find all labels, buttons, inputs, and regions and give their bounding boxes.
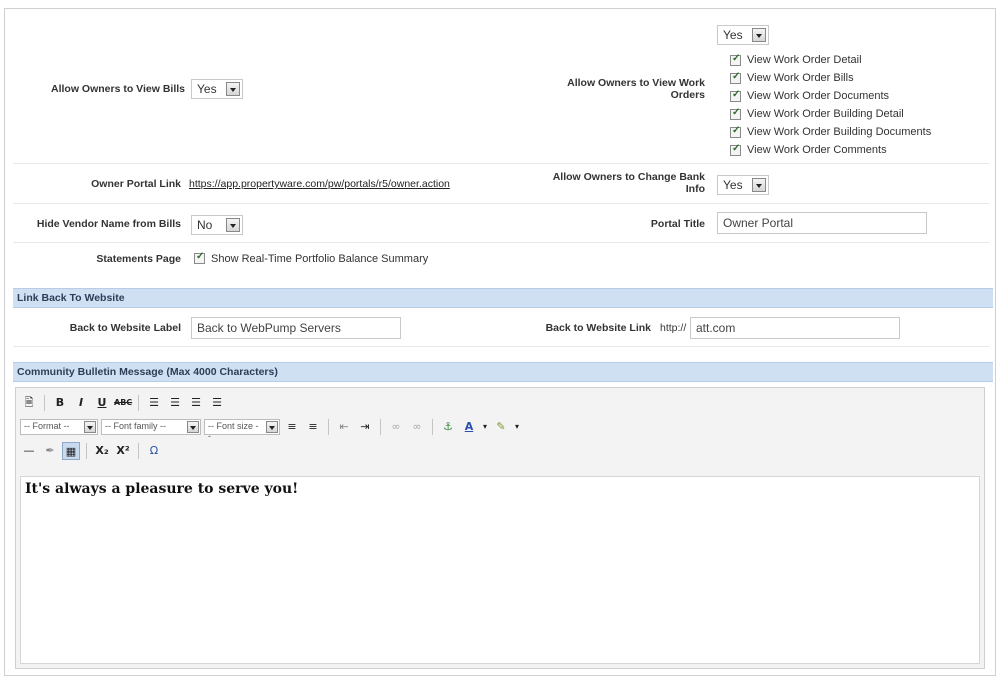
text-color-icon[interactable]: A bbox=[460, 418, 478, 436]
italic-icon[interactable]: I bbox=[72, 394, 90, 412]
bills-select[interactable]: Yes bbox=[191, 79, 243, 99]
editor-toolbar-row3: — ✒ ▦ X₂ X² Ω bbox=[20, 442, 163, 460]
bank-info-label-line2: Info bbox=[685, 183, 705, 195]
toolbar-separator bbox=[432, 419, 433, 435]
editor-toolbar-row1: 🗎 B I U ABC ☰ ☰ ☰ ☰ bbox=[20, 394, 226, 412]
chevron-down-icon bbox=[752, 28, 766, 42]
toolbar-separator bbox=[86, 443, 87, 459]
wo-documents-label: View Work Order Documents bbox=[747, 90, 890, 102]
align-left-icon[interactable]: ☰ bbox=[145, 394, 163, 412]
portal-link-label: Owner Portal Link bbox=[91, 178, 181, 190]
font-size-dropdown[interactable]: -- Font size -- bbox=[204, 419, 280, 441]
website-label-label: Back to Website Label bbox=[69, 322, 181, 334]
format-dropdown[interactable]: -- Format -- bbox=[20, 419, 98, 435]
font-size-dropdown-value: -- Font size -- bbox=[208, 421, 259, 441]
website-link-label: Back to Website Link bbox=[545, 322, 651, 334]
chevron-down-icon bbox=[226, 218, 240, 232]
wo-detail-checkbox[interactable] bbox=[730, 53, 741, 66]
work-orders-label-line2: Orders bbox=[670, 89, 705, 101]
strikethrough-icon[interactable]: ABC bbox=[114, 394, 132, 412]
chevron-down-icon bbox=[266, 421, 278, 433]
wo-comments-checkbox[interactable] bbox=[730, 143, 741, 156]
chevron-down-icon[interactable]: ▾ bbox=[513, 418, 521, 436]
work-orders-label: Allow Owners to View Work Orders bbox=[525, 77, 705, 101]
bulletin-section-header: Community Bulletin Message (Max 4000 Cha… bbox=[13, 362, 993, 382]
numbered-list-icon[interactable]: ≡ bbox=[304, 418, 322, 436]
highlight-color-icon[interactable]: ✎ bbox=[492, 418, 510, 436]
work-orders-select[interactable]: Yes bbox=[717, 25, 769, 45]
font-family-dropdown-value: -- Font family -- bbox=[105, 421, 167, 431]
bank-info-select-value: Yes bbox=[723, 178, 743, 192]
align-justify-icon[interactable]: ☰ bbox=[208, 394, 226, 412]
visual-aid-icon[interactable]: ▦ bbox=[62, 442, 80, 460]
balance-summary-checkbox[interactable] bbox=[194, 251, 205, 264]
indent-icon[interactable]: ⇥ bbox=[356, 418, 374, 436]
toolbar-separator bbox=[138, 395, 139, 411]
work-orders-select-value: Yes bbox=[723, 28, 743, 42]
wo-documents-checkbox[interactable] bbox=[730, 89, 741, 102]
row-divider bbox=[13, 242, 989, 243]
rich-text-editor: 🗎 B I U ABC ☰ ☰ ☰ ☰ -- Format -- -- Font… bbox=[15, 387, 985, 669]
wo-building-documents-label: View Work Order Building Documents bbox=[747, 126, 932, 138]
hide-vendor-select-value: No bbox=[197, 218, 213, 232]
special-character-icon[interactable]: Ω bbox=[145, 442, 163, 460]
chevron-down-icon bbox=[226, 82, 240, 96]
subscript-icon[interactable]: X₂ bbox=[93, 442, 111, 460]
chevron-down-icon bbox=[752, 178, 766, 192]
portal-title-label: Portal Title bbox=[650, 218, 705, 230]
editor-content-area[interactable]: It's always a pleasure to serve you! bbox=[20, 476, 980, 664]
row-divider bbox=[13, 203, 989, 204]
wo-building-documents-checkbox[interactable] bbox=[730, 125, 741, 138]
hide-vendor-label: Hide Vendor Name from Bills bbox=[36, 218, 181, 230]
website-link-input[interactable] bbox=[690, 317, 900, 339]
toolbar-separator bbox=[138, 443, 139, 459]
superscript-icon[interactable]: X² bbox=[114, 442, 132, 460]
settings-panel: Allow Owners to View Bills Yes Allow Own… bbox=[4, 8, 996, 676]
toolbar-separator bbox=[44, 395, 45, 411]
hide-vendor-select[interactable]: No bbox=[191, 215, 243, 235]
toolbar-separator bbox=[380, 419, 381, 435]
editor-toolbar-row2: -- Format -- -- Font family -- -- Font s… bbox=[20, 418, 521, 441]
statements-label: Statements Page bbox=[96, 253, 181, 265]
work-orders-label-line1: Allow Owners to View Work bbox=[567, 77, 705, 89]
row-divider bbox=[13, 346, 989, 347]
wo-comments-label: View Work Order Comments bbox=[747, 144, 887, 156]
website-link-prefix: http:// bbox=[660, 322, 687, 334]
anchor-icon[interactable]: ⚓ bbox=[439, 418, 457, 436]
chevron-down-icon bbox=[187, 421, 199, 433]
portal-link[interactable]: https://app.propertyware.com/pw/portals/… bbox=[189, 178, 450, 190]
bold-icon[interactable]: B bbox=[51, 394, 69, 412]
font-family-dropdown[interactable]: -- Font family -- bbox=[101, 419, 201, 435]
bills-select-value: Yes bbox=[197, 82, 217, 96]
wo-building-detail-label: View Work Order Building Detail bbox=[747, 108, 904, 120]
outdent-icon[interactable]: ⇤ bbox=[335, 418, 353, 436]
new-document-icon[interactable]: 🗎 bbox=[20, 394, 38, 412]
bills-label: Allow Owners to View Bills bbox=[50, 83, 185, 95]
chevron-down-icon bbox=[84, 421, 96, 433]
format-dropdown-value: -- Format -- bbox=[24, 421, 70, 431]
bank-info-label-line1: Allow Owners to Change Bank bbox=[552, 171, 705, 183]
wo-bills-label: View Work Order Bills bbox=[747, 72, 854, 84]
align-right-icon[interactable]: ☰ bbox=[187, 394, 205, 412]
horizontal-rule-icon[interactable]: — bbox=[20, 442, 38, 460]
wo-bills-checkbox[interactable] bbox=[730, 71, 741, 84]
website-label-input[interactable] bbox=[191, 317, 401, 339]
chevron-down-icon[interactable]: ▾ bbox=[481, 418, 489, 436]
bulletin-message: It's always a pleasure to serve you! bbox=[25, 481, 299, 497]
bullet-list-icon[interactable]: ≡ bbox=[283, 418, 301, 436]
link-back-section-header: Link Back To Website bbox=[13, 288, 993, 308]
wo-building-detail-checkbox[interactable] bbox=[730, 107, 741, 120]
toolbar-separator bbox=[328, 419, 329, 435]
bank-info-label: Allow Owners to Change Bank Info bbox=[525, 171, 705, 195]
balance-summary-label: Show Real-Time Portfolio Balance Summary bbox=[211, 253, 429, 265]
row-divider bbox=[13, 163, 989, 164]
align-center-icon[interactable]: ☰ bbox=[166, 394, 184, 412]
wo-detail-label: View Work Order Detail bbox=[747, 54, 862, 66]
bank-info-select[interactable]: Yes bbox=[717, 175, 769, 195]
eraser-icon[interactable]: ✒ bbox=[41, 442, 59, 460]
unlink-icon[interactable]: ∞ bbox=[408, 418, 426, 436]
underline-icon[interactable]: U bbox=[93, 394, 111, 412]
portal-title-input[interactable] bbox=[717, 212, 927, 234]
link-icon[interactable]: ∞ bbox=[387, 418, 405, 436]
